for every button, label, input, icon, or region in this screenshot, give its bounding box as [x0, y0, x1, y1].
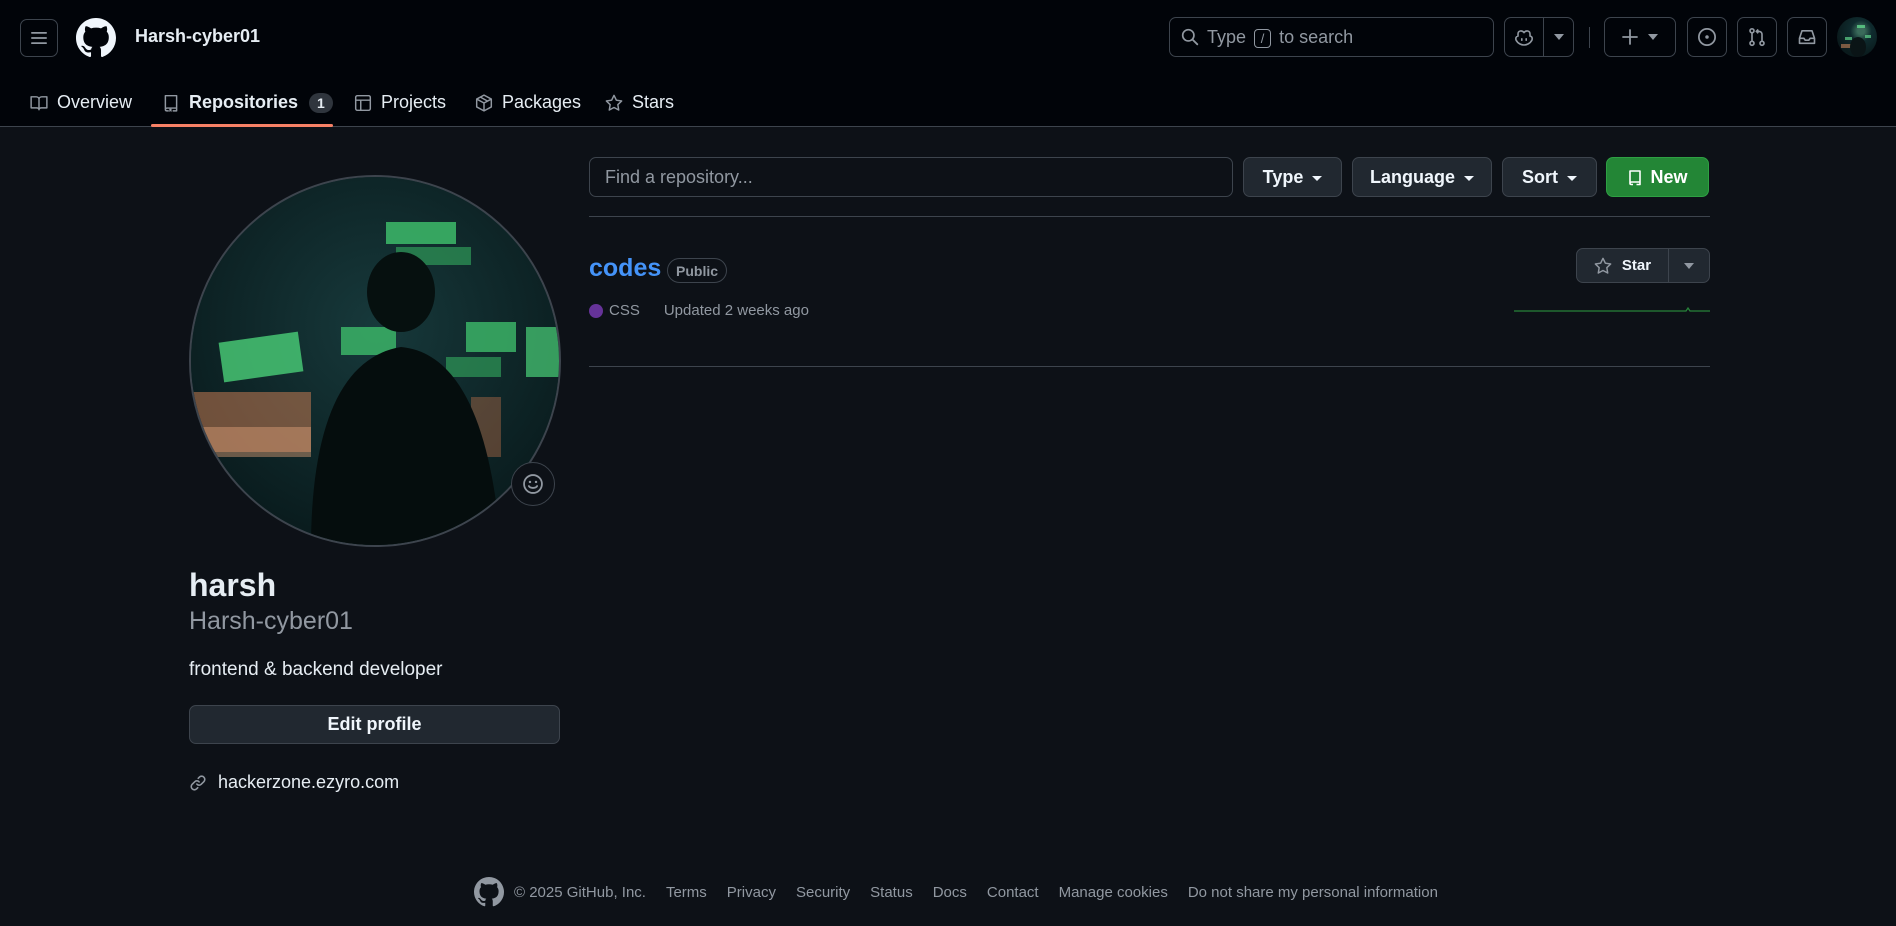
user-avatar-image	[1841, 25, 1871, 57]
tab-projects[interactable]: Projects	[354, 78, 446, 127]
star-icon	[1594, 257, 1612, 274]
tab-repositories[interactable]: Repositories 1	[162, 78, 333, 127]
search-icon	[1181, 28, 1199, 46]
issue-opened-icon	[1698, 28, 1716, 46]
footer-link-contact[interactable]: Contact	[987, 884, 1039, 901]
profile-website-text: hackerzone.ezyro.com	[218, 772, 400, 792]
pull-requests-button[interactable]	[1737, 17, 1777, 57]
footer-link-do-not-share[interactable]: Do not share my personal information	[1188, 884, 1438, 901]
repository-name-link[interactable]: codes	[589, 254, 661, 283]
star-button-group: Star	[1576, 248, 1710, 283]
context-title[interactable]: Harsh-cyber01	[135, 26, 260, 47]
link-icon	[190, 774, 206, 791]
footer-link-terms[interactable]: Terms	[666, 884, 707, 901]
user-avatar[interactable]	[1837, 17, 1877, 57]
language-filter-button[interactable]: Language	[1352, 157, 1492, 197]
search-hint-after: to search	[1279, 26, 1354, 47]
repo-icon	[164, 94, 178, 112]
caret-down-icon	[1312, 175, 1323, 181]
global-search-input[interactable]: Type / to search	[1169, 17, 1494, 57]
tab-overview-label: Overview	[57, 92, 133, 112]
find-repository-input[interactable]: Find a repository...	[589, 157, 1233, 197]
edit-profile-button[interactable]: Edit profile	[189, 705, 560, 744]
profile-name: harsh	[189, 567, 277, 603]
search-shortcut-key: /	[1254, 28, 1272, 48]
profile-username: Harsh-cyber01	[189, 607, 353, 635]
activity-sparkline	[1514, 306, 1710, 312]
tab-stars-label: Stars	[632, 92, 675, 112]
footer-link-security[interactable]: Security	[796, 884, 850, 901]
type-filter-label: Type	[1262, 166, 1304, 187]
sort-filter-label: Sort	[1522, 166, 1558, 187]
copilot-button-group	[1504, 17, 1574, 57]
set-status-button[interactable]	[511, 462, 555, 506]
profile-bio: frontend & backend developer	[189, 659, 443, 680]
list-bottom-divider	[589, 366, 1710, 367]
profile-website[interactable]: hackerzone.ezyro.com	[189, 772, 399, 793]
package-icon	[475, 93, 493, 112]
tab-packages-label: Packages	[502, 92, 582, 112]
caret-down-icon	[1464, 175, 1474, 181]
footer-link-status[interactable]: Status	[870, 884, 913, 901]
footer-link-docs[interactable]: Docs	[933, 884, 967, 901]
language-color-dot	[589, 303, 603, 318]
tab-packages[interactable]: Packages	[475, 78, 581, 127]
star-button-label: Star	[1621, 257, 1652, 274]
tab-projects-label: Projects	[381, 92, 447, 112]
triangle-down-icon	[1648, 34, 1658, 40]
search-hint-before: Type	[1207, 26, 1247, 47]
copilot-menu-button[interactable]	[1544, 18, 1573, 56]
profile-avatar[interactable]	[189, 175, 561, 547]
footer-copyright: © 2025 GitHub, Inc.	[514, 883, 646, 901]
issues-button[interactable]	[1687, 17, 1727, 57]
triangle-down-icon	[1684, 262, 1694, 269]
github-logo-icon[interactable]	[76, 18, 116, 58]
repository-updated: Updated 2 weeks ago	[663, 302, 809, 319]
git-pull-request-icon	[1749, 27, 1765, 47]
type-filter-button[interactable]: Type	[1243, 157, 1342, 197]
new-repository-button[interactable]: New	[1606, 157, 1709, 197]
star-button[interactable]: Star	[1577, 249, 1669, 282]
book-icon	[30, 95, 48, 110]
visibility-badge: Public	[667, 258, 728, 283]
tab-stars[interactable]: Stars	[605, 78, 674, 127]
global-header: Harsh-cyber01 Type / to search Overview …	[0, 0, 1896, 127]
triangle-down-icon	[1553, 34, 1564, 40]
smiley-icon	[523, 474, 543, 494]
github-mark-icon[interactable]	[474, 877, 504, 907]
copilot-button[interactable]	[1505, 18, 1545, 56]
footer: © 2025 GitHub, Inc. Terms Privacy Securi…	[474, 877, 1438, 907]
footer-link-manage-cookies[interactable]: Manage cookies	[1059, 884, 1168, 901]
sort-filter-button[interactable]: Sort	[1502, 157, 1597, 197]
profile-avatar-image	[191, 177, 559, 545]
new-repository-label: New	[1650, 166, 1688, 187]
tab-repositories-label: Repositories	[189, 92, 299, 112]
star-lists-menu-button[interactable]	[1669, 249, 1709, 282]
repositories-counter: 1	[309, 92, 333, 113]
repo-icon	[1629, 169, 1642, 185]
header-divider	[1589, 27, 1590, 48]
create-new-button[interactable]	[1604, 17, 1676, 57]
hamburger-icon	[31, 32, 47, 44]
caret-down-icon	[1567, 175, 1577, 181]
copilot-icon	[1515, 30, 1534, 46]
repository-meta: CSS Updated 2 weeks ago	[589, 302, 809, 319]
table-icon	[354, 94, 372, 111]
inbox-button[interactable]	[1787, 17, 1827, 57]
star-icon	[605, 94, 623, 111]
repository-language: CSS	[609, 302, 640, 319]
menu-button[interactable]	[20, 19, 58, 57]
tab-overview[interactable]: Overview	[30, 78, 132, 127]
language-filter-label: Language	[1369, 166, 1455, 187]
active-tab-underline	[151, 124, 333, 127]
inbox-icon	[1798, 29, 1816, 45]
footer-link-privacy[interactable]: Privacy	[727, 884, 776, 901]
plus-icon	[1622, 29, 1638, 45]
list-top-divider	[589, 216, 1710, 217]
